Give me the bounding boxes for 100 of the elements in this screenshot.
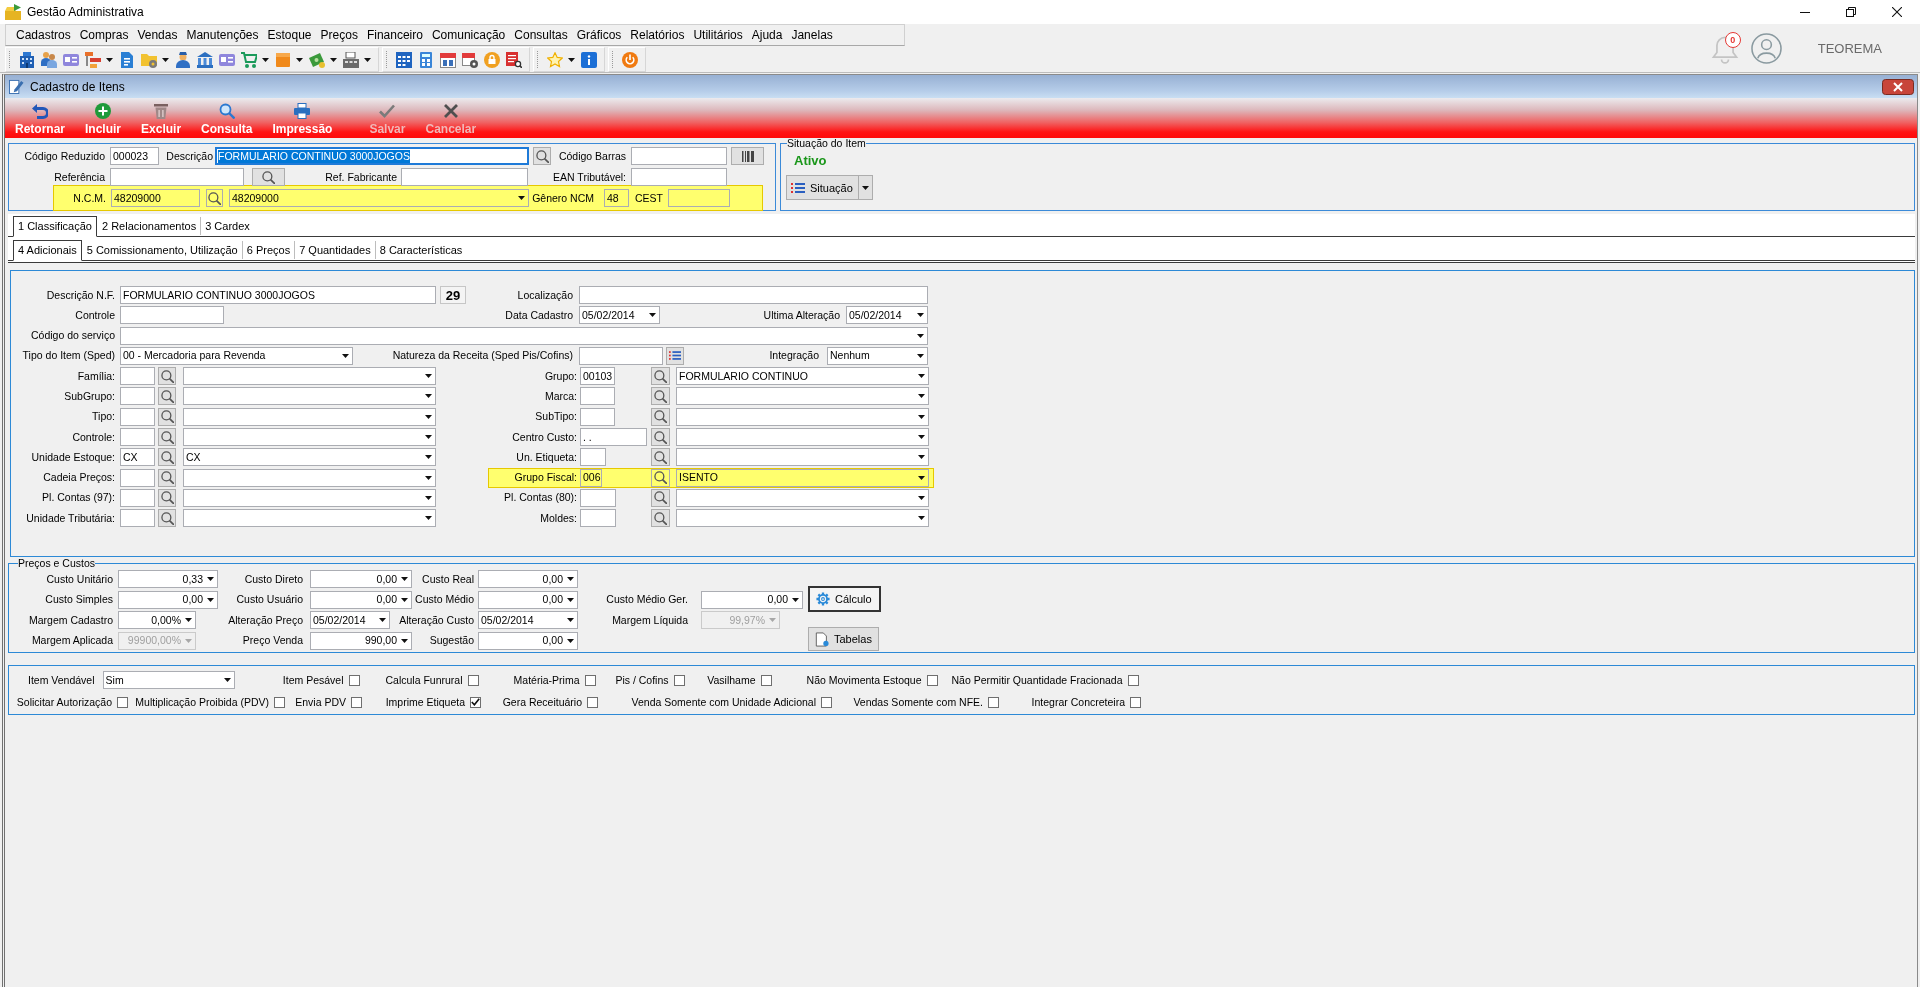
toolbar-button[interactable]: Consulta (191, 98, 263, 136)
search-button[interactable] (252, 168, 285, 186)
checkbox[interactable] (117, 696, 128, 708)
menu-item[interactable]: Manutenções (182, 27, 263, 43)
toolbar-button[interactable]: Impressão (262, 98, 343, 136)
dropdown-field[interactable] (183, 367, 436, 386)
search-button[interactable] (158, 407, 176, 426)
code-field[interactable] (120, 488, 155, 507)
tab[interactable]: 1 Classificação (13, 216, 97, 237)
list-button[interactable] (666, 346, 684, 365)
tab[interactable]: 3 Cardex (200, 217, 254, 235)
dropdown-field[interactable]: FORMULARIO CONTINUO (676, 367, 929, 386)
dropdown-field[interactable]: Nenhum (827, 346, 928, 365)
tab[interactable]: 6 Preços (241, 241, 295, 259)
menu-item[interactable]: Utilitários (689, 27, 747, 43)
id-card-icon[interactable] (63, 51, 79, 68)
search-button[interactable] (533, 147, 551, 165)
number-field[interactable]: 0,00 (118, 590, 218, 609)
dropdown-field[interactable] (676, 428, 929, 447)
calculator-icon[interactable] (418, 51, 434, 68)
dropdown-field[interactable] (676, 448, 929, 467)
money-icon[interactable] (309, 51, 325, 68)
checkbox[interactable] (470, 696, 481, 708)
status-button[interactable]: Situação (786, 175, 859, 200)
menu-item[interactable]: Vendas (133, 27, 182, 43)
menu-item[interactable]: Ajuda (747, 27, 787, 43)
report-icon[interactable] (506, 51, 522, 68)
dropdown-field[interactable] (183, 387, 436, 406)
building-icon[interactable] (19, 51, 35, 68)
dropdown-field[interactable] (183, 468, 436, 487)
restore-icon[interactable] (1846, 7, 1856, 17)
menu-item[interactable]: Consultas (510, 27, 572, 43)
menu-item[interactable]: Preços (316, 27, 362, 43)
cart-icon[interactable] (241, 51, 257, 68)
number-field[interactable]: 0,00 (310, 590, 412, 609)
tab[interactable]: 8 Características (374, 241, 467, 259)
caret-icon[interactable] (106, 57, 113, 62)
tab[interactable]: 4 Adicionais (13, 240, 82, 261)
menu-item[interactable]: Comunicação (427, 27, 510, 43)
tab[interactable]: 5 Comissionamento, Utilização (81, 241, 242, 259)
menu-item[interactable]: Estoque (263, 27, 316, 43)
text-field[interactable] (579, 286, 928, 304)
search-button[interactable] (158, 468, 176, 487)
dropdown-field[interactable]: Sim (102, 671, 235, 689)
calculate-button[interactable]: Cálculo (808, 586, 881, 612)
text-field[interactable]: 000023 (110, 147, 159, 165)
checkbox[interactable] (348, 674, 360, 686)
cash-register-icon[interactable] (343, 51, 359, 68)
number-field[interactable]: 0,00 (701, 590, 803, 609)
search-button[interactable] (158, 488, 176, 507)
close-icon[interactable] (1892, 7, 1902, 17)
tab[interactable]: 2 Relacionamentos (97, 217, 201, 235)
minimize-icon[interactable] (1800, 11, 1810, 13)
dropdown-field[interactable]: CX (183, 448, 436, 467)
code-field[interactable] (120, 407, 155, 426)
text-field[interactable]: FORMULARIO CONTINUO 3000JOGOS (120, 286, 436, 304)
number-field[interactable]: 990,00 (310, 631, 412, 650)
bell-icon[interactable] (1710, 34, 1739, 64)
text-field[interactable]: 48 (604, 189, 629, 207)
text-field[interactable] (579, 346, 663, 365)
code-field[interactable] (580, 387, 615, 406)
code-field[interactable]: CX (120, 448, 155, 467)
search-button[interactable] (158, 448, 176, 467)
code-field[interactable]: 00103 (580, 367, 615, 386)
dropdown-field[interactable] (183, 407, 436, 426)
checkbox[interactable] (988, 696, 999, 708)
code-field[interactable] (120, 387, 155, 406)
code-field[interactable] (120, 428, 155, 447)
search-button[interactable] (158, 428, 176, 447)
code-field[interactable] (120, 367, 155, 386)
folder-icon[interactable] (141, 51, 157, 68)
tab[interactable]: 7 Quantidades (294, 241, 375, 259)
search-button[interactable] (651, 468, 670, 487)
id-card-icon[interactable] (219, 51, 235, 68)
search-button[interactable] (651, 407, 670, 426)
checkbox[interactable] (1130, 696, 1141, 708)
search-button[interactable] (651, 488, 670, 507)
search-button[interactable] (651, 428, 670, 447)
checkbox[interactable] (760, 674, 772, 686)
text-field[interactable] (110, 168, 244, 186)
caret-icon[interactable] (162, 57, 169, 62)
menu-item[interactable]: Compras (75, 27, 133, 43)
search-button[interactable] (651, 448, 670, 467)
code-field[interactable]: 006 (580, 468, 602, 487)
dropdown-field[interactable] (183, 428, 436, 447)
text-field[interactable]: 48209000 (111, 189, 200, 207)
barcode-button[interactable] (731, 147, 764, 165)
number-field[interactable]: 0,00% (118, 611, 196, 630)
dropdown-field[interactable] (183, 488, 436, 507)
checkbox[interactable] (274, 696, 285, 708)
calendar-grid-icon[interactable] (396, 51, 412, 68)
caret-icon[interactable] (364, 57, 371, 62)
caret-icon[interactable] (262, 57, 269, 62)
text-field[interactable] (120, 306, 224, 325)
bank-icon[interactable] (197, 51, 213, 68)
number-field[interactable]: 0,00 (478, 590, 578, 609)
user-avatar-icon[interactable] (1750, 32, 1782, 64)
menu-item[interactable]: Financeiro (362, 27, 427, 43)
star-icon[interactable] (547, 51, 563, 68)
code-field[interactable]: . . (580, 428, 647, 447)
